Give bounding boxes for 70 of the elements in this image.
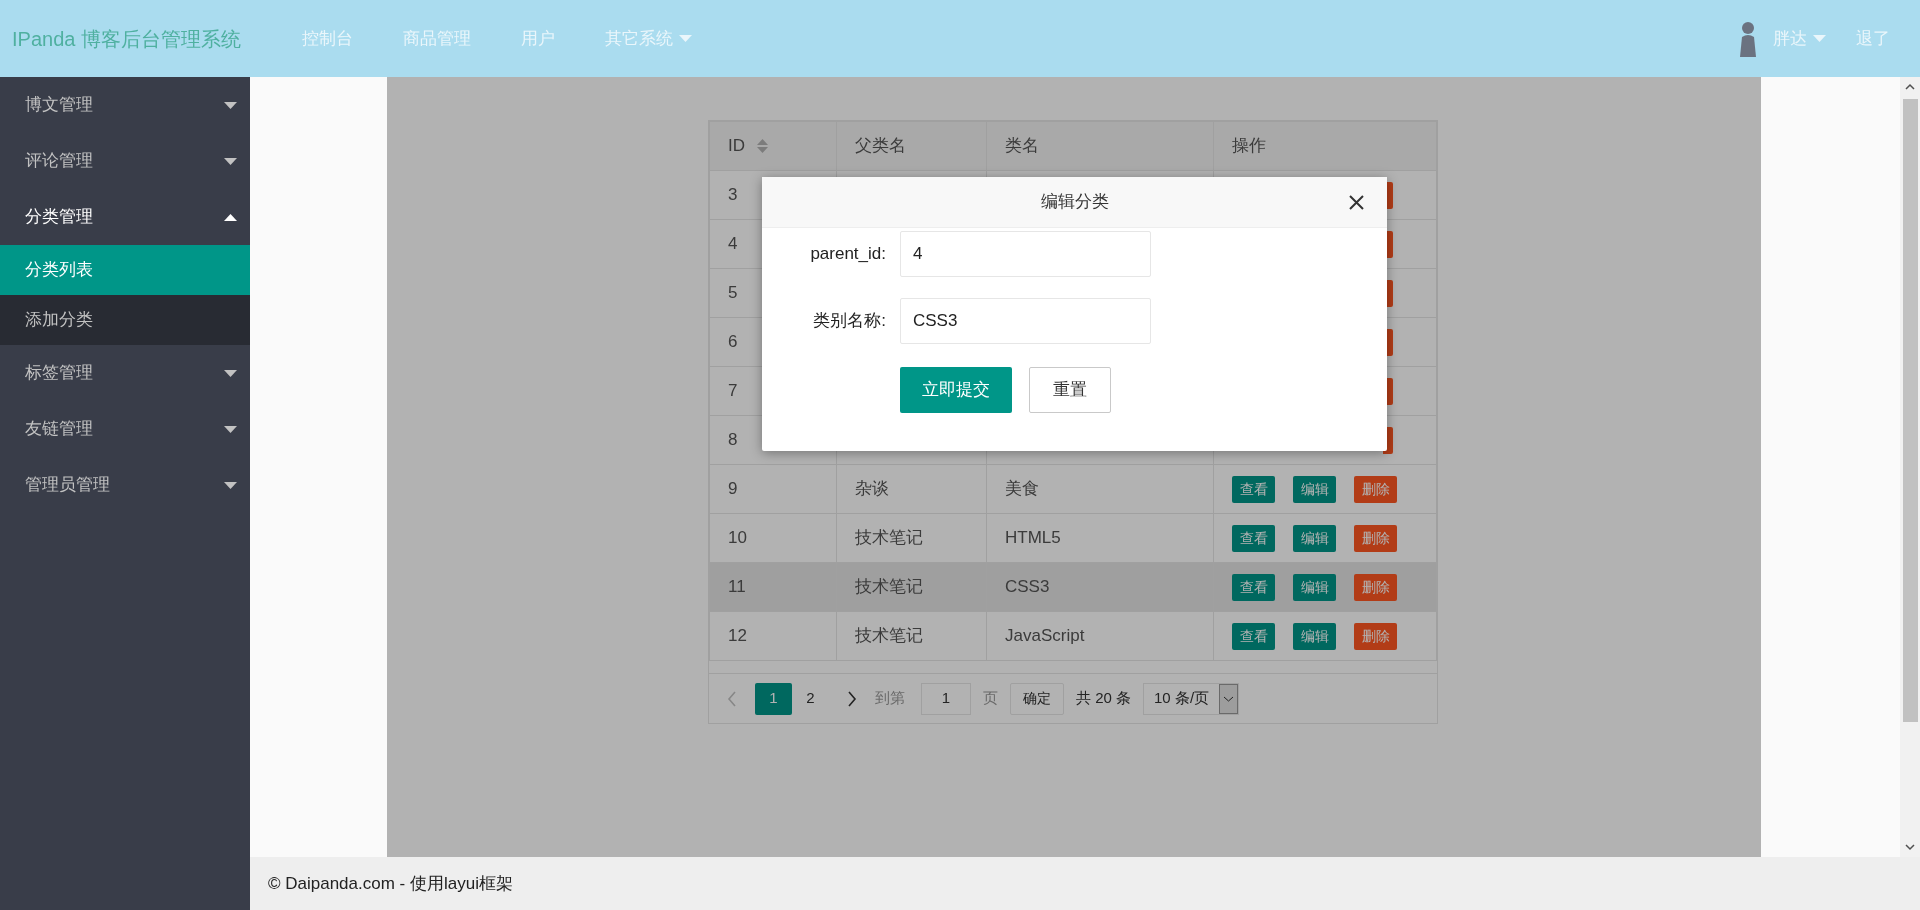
caret-down-icon [224, 481, 237, 489]
sidebar-item[interactable]: 管理员管理 [0, 457, 250, 513]
column-header: 操作 [1213, 121, 1437, 171]
table-cell: CSS3 [986, 562, 1214, 612]
action-button[interactable]: 删除 [1354, 622, 1397, 650]
action-button[interactable]: 编辑 [1293, 475, 1336, 503]
table-cell: 9 [709, 464, 837, 514]
dropdown-icon[interactable] [1219, 683, 1239, 714]
action-button[interactable]: 删除 [1354, 475, 1397, 503]
scrollbar-thumb[interactable] [1902, 99, 1918, 722]
sidebar-item[interactable]: 分类管理 [0, 189, 250, 245]
scroll-down-icon[interactable] [1905, 843, 1915, 851]
form-button[interactable]: 重置 [1029, 367, 1111, 413]
footer-text: © Daipanda.com - 使用layui框架 [268, 872, 513, 895]
action-button[interactable]: 查看 [1232, 573, 1275, 601]
action-button[interactable]: 删除 [1354, 524, 1397, 552]
page-unit: 页 [983, 688, 998, 709]
table-cell: JavaScript [986, 611, 1214, 661]
dialog-title: 编辑分类 [1040, 191, 1109, 214]
table-cell: 11 [709, 562, 837, 612]
text-field[interactable]: CSS3 [900, 298, 1151, 344]
caret-down-icon [224, 157, 237, 165]
table-row[interactable]: 12 技术笔记 JavaScript 查看 编辑 删除 [709, 611, 1437, 661]
total-count: 共 20 条 [1076, 688, 1132, 709]
table-cell: 技术笔记 [836, 611, 987, 661]
action-button[interactable]: 编辑 [1293, 573, 1336, 601]
table-cell: 美食 [986, 464, 1214, 514]
next-page-icon[interactable] [847, 690, 857, 707]
scroll-up-icon[interactable] [1905, 83, 1915, 91]
sidebar-item[interactable]: 友链管理 [0, 401, 250, 457]
text-field[interactable]: 4 [900, 231, 1151, 277]
caret-down-icon [224, 101, 237, 109]
action-button[interactable]: 查看 [1232, 622, 1275, 650]
action-button[interactable]: 查看 [1232, 524, 1275, 552]
page-button[interactable]: 1 [755, 682, 792, 715]
column-header[interactable]: ID [709, 121, 837, 171]
table-cell: 杂谈 [836, 464, 987, 514]
caret-down-icon [224, 369, 237, 377]
action-button[interactable]: 编辑 [1293, 622, 1336, 650]
action-button[interactable]: 查看 [1232, 475, 1275, 503]
table-cell: 10 [709, 513, 837, 563]
sort-icon[interactable] [757, 138, 768, 154]
sidebar-subitem[interactable]: 添加分类 [0, 295, 250, 345]
table-cell: 12 [709, 611, 837, 661]
logo-text: IPanda 博客后台管理系统 [12, 26, 242, 52]
caret-up-icon [224, 213, 237, 221]
table-cell: 技术笔记 [836, 513, 987, 563]
sidebar-item[interactable]: 评论管理 [0, 133, 250, 189]
sidebar-item[interactable]: 标签管理 [0, 345, 250, 401]
page-input[interactable]: 1 [921, 682, 971, 715]
table-row[interactable]: 10 技术笔记 HTML5 查看 编辑 删除 [709, 513, 1437, 563]
form-button[interactable]: 立即提交 [900, 367, 1012, 413]
page-size-select[interactable]: 10 条/页 [1143, 682, 1240, 715]
table-row[interactable]: 9 杂谈 美食 查看 编辑 删除 [709, 464, 1437, 514]
sidebar-item[interactable]: 博文管理 [0, 77, 250, 133]
page-button[interactable]: 2 [792, 682, 829, 715]
action-button[interactable]: 编辑 [1293, 524, 1336, 552]
column-header: 父类名 [836, 121, 987, 171]
table-cell: 技术笔记 [836, 562, 987, 612]
sidebar-subitem[interactable]: 分类列表 [0, 245, 250, 295]
column-header: 类名 [986, 121, 1214, 171]
caret-down-icon [224, 425, 237, 433]
table-cell: HTML5 [986, 513, 1214, 563]
confirm-button[interactable]: 确定 [1010, 682, 1064, 715]
prev-page-icon[interactable] [727, 690, 737, 707]
close-icon[interactable] [1349, 195, 1364, 210]
goto-label: 到第 [875, 688, 905, 709]
table-row[interactable]: 11 技术笔记 CSS3 查看 编辑 删除 [709, 562, 1437, 612]
scrollbar[interactable] [1900, 77, 1920, 857]
action-button[interactable]: 删除 [1354, 573, 1397, 601]
